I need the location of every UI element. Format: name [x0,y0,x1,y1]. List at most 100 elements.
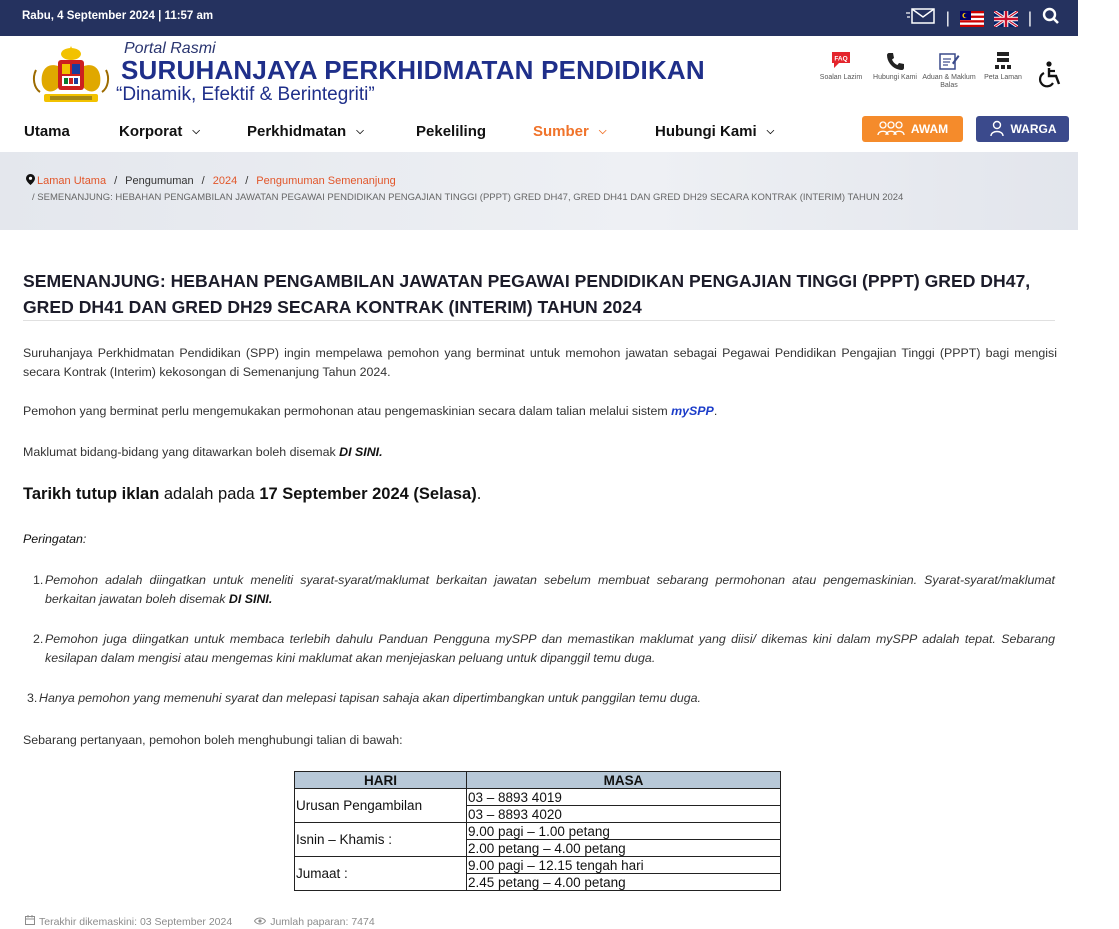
accessibility-icon[interactable] [1038,60,1064,93]
agency-name[interactable]: SURUHANJAYA PERKHIDMATAN PENDIDIKAN [121,55,705,86]
calendar-icon [25,915,35,928]
nav-item-utama[interactable]: Utama [24,123,70,140]
page-meta: Terakhir dikemaskini: 03 September 2024 … [25,915,375,928]
coat-of-arms-logo[interactable] [28,44,114,108]
apply-paragraph: Pemohon yang berminat perlu mengemukakan… [23,402,1057,421]
apply-text: Pemohon yang berminat perlu mengemukakan… [23,404,672,418]
table-cell-time: 2.00 petang – 4.00 petang [466,839,781,857]
current-date: Rabu, 4 September 2024 | 11:57 am [22,10,214,22]
myspp-link[interactable]: mySPP [671,404,714,418]
table-cell-day: Urusan Pengambilan [294,788,467,823]
closing-mid: adalah pada [159,485,260,503]
info-text: Maklumat bidang-bidang yang ditawarkan b… [23,445,340,459]
closing-end: . [476,485,482,503]
breadcrumb-current: / SEMENANJUNG: HEBAHAN PENGAMBILAN JAWAT… [32,192,904,203]
separator: | [1027,9,1032,27]
warning-label: Peringatan: [23,532,87,546]
list-text: Hanya pemohon yang memenuhi syarat dan m… [39,691,701,705]
table-header: HARI [294,771,467,789]
eye-icon [254,916,267,928]
chevron-down-icon: ⌵ [192,126,200,137]
quick-link-faq[interactable]: FAQ Soalan Lazim [814,48,868,90]
chevron-down-icon: ⌵ [356,126,364,137]
feedback-icon [922,48,976,74]
contact-intro: Sebarang pertanyaan, pemohon boleh mengh… [23,733,403,747]
closing-date-paragraph: Tarikh tutup iklan adalah pada 17 Septem… [23,485,1057,504]
list-number: 3. [27,691,38,705]
last-updated: Terakhir dikemaskini: 03 September 2024 [25,915,232,928]
nav-item-pekeliling[interactable]: Pekeliling [416,123,486,140]
table-cell-day: Isnin – Khamis : [294,822,467,857]
list-number: 2. [33,632,44,646]
di-sini-link[interactable]: DI SINI. [229,592,272,606]
nav-item-perkhidmatan[interactable]: Perkhidmatan ⌵ [247,123,364,140]
title-divider [23,320,1055,321]
breadcrumb-home[interactable]: Laman Utama [37,175,106,187]
awam-button[interactable]: AWAM [862,116,963,142]
faq-icon: FAQ [814,48,868,74]
agency-motto: “Dinamik, Efektif & Berintegriti” [116,84,375,105]
table-row: Isnin – Khamis : 9.00 pagi – 1.00 petang [294,822,781,857]
contact-table: HARI MASA Urusan Pengambilan 03 – 8893 4… [294,771,781,891]
table-cell-time: 03 – 8893 4020 [466,805,781,823]
page-title: SEMENANJUNG: HEBAHAN PENGAMBILAN JAWATAN… [23,271,1031,317]
quick-link-sitemap[interactable]: Peta Laman [976,48,1030,90]
nav-item-korporat[interactable]: Korporat ⌵ [119,123,200,140]
chevron-down-icon: ⌵ [766,126,775,137]
quick-link-label: Hubungi Kami [873,74,917,81]
list-item: 3. Hanya pemohon yang memenuhi syarat dan… [27,689,1049,708]
nav-item-sumber[interactable]: Sumber ⌵ [533,123,606,140]
table-cell-day: Jumaat : [294,856,467,891]
apply-end: . [713,404,718,418]
nav-item-hubungi-kami[interactable]: Hubungi Kami ⌵ [655,123,774,140]
site-header: Portal Rasmi SURUHANJAYA PERKHIDMATAN PE… [0,36,1078,112]
di-sini-link[interactable]: DI SINI. [339,445,382,459]
table-cell-time: 9.00 pagi – 12.15 tengah hari [466,856,781,874]
list-item: 2. Pemohon juga diingatkan untuk membaca … [33,630,1055,668]
awam-label: AWAM [910,122,949,136]
info-paragraph: Maklumat bidang-bidang yang ditawarkan b… [23,443,1057,462]
top-bar: Rabu, 4 September 2024 | 11:57 am | | [0,0,1078,36]
uk-flag-icon[interactable] [993,9,1019,28]
svg-text:FAQ: FAQ [834,56,847,63]
quick-links: FAQ Soalan Lazim Hubungi Kami Aduan & Ma… [814,48,1030,90]
group-users-icon [877,120,905,139]
warga-button[interactable]: WARGA [976,116,1069,142]
breadcrumb-year[interactable]: 2024 [213,175,237,187]
breadcrumb-separator: / [245,175,249,187]
main-nav: Utama Korporat ⌵ Perkhidmatan ⌵ Pekeliling… [0,112,1078,152]
breadcrumb-semenanjung[interactable]: Pengumuman Semenanjung [256,175,395,187]
separator: | [945,9,950,27]
table-header: MASA [466,771,781,789]
closing-label: Tarikh tutup iklan [23,485,160,503]
phone-icon [868,48,922,74]
malaysia-flag-icon[interactable] [959,10,984,27]
chevron-down-icon: ⌵ [598,126,607,137]
table-cell-time: 2.45 petang – 4.00 petang [466,873,781,891]
list-text: Pemohon adalah diingatkan untuk meneliti… [45,573,1055,606]
table-header-row: HARI MASA [294,771,781,789]
list-text: Pemohon juga diingatkan untuk membaca te… [45,632,1055,665]
list-item: 1. Pemohon adalah diingatkan untuk meneli… [33,571,1055,609]
breadcrumb-trail: Laman Utama / Pengumuman / 2024 / Pengum… [26,174,396,188]
quick-link-label: Soalan Lazim [819,74,863,81]
list-number: 1. [33,573,44,587]
location-pin-icon [26,174,35,188]
last-updated-text: Terakhir dikemaskini: 03 September 2024 [39,915,233,928]
user-icon [989,120,1005,139]
warga-label: WARGA [1010,122,1057,136]
table-row: Urusan Pengambilan 03 – 8893 4019 [294,788,781,823]
breadcrumb-pengumuman[interactable]: Pengumuman [125,175,194,187]
quick-link-label: Aduan & Maklum Balas [922,74,976,89]
breadcrumb: Laman Utama / Pengumuman / 2024 / Pengum… [0,152,1078,230]
closing-date: 17 September 2024 (Selasa) [259,485,477,503]
search-icon[interactable] [1042,7,1060,30]
quick-link-feedback[interactable]: Aduan & Maklum Balas [922,48,976,90]
view-count-text: Jumlah paparan: 7474 [270,915,375,928]
view-count: Jumlah paparan: 7474 [254,915,375,928]
table-cell-time: 9.00 pagi – 1.00 petang [466,822,781,840]
table-cell-time: 03 – 8893 4019 [466,788,781,806]
mail-icon[interactable] [905,7,936,30]
top-tools: | | [905,7,1060,30]
quick-link-contact[interactable]: Hubungi Kami [868,48,922,90]
